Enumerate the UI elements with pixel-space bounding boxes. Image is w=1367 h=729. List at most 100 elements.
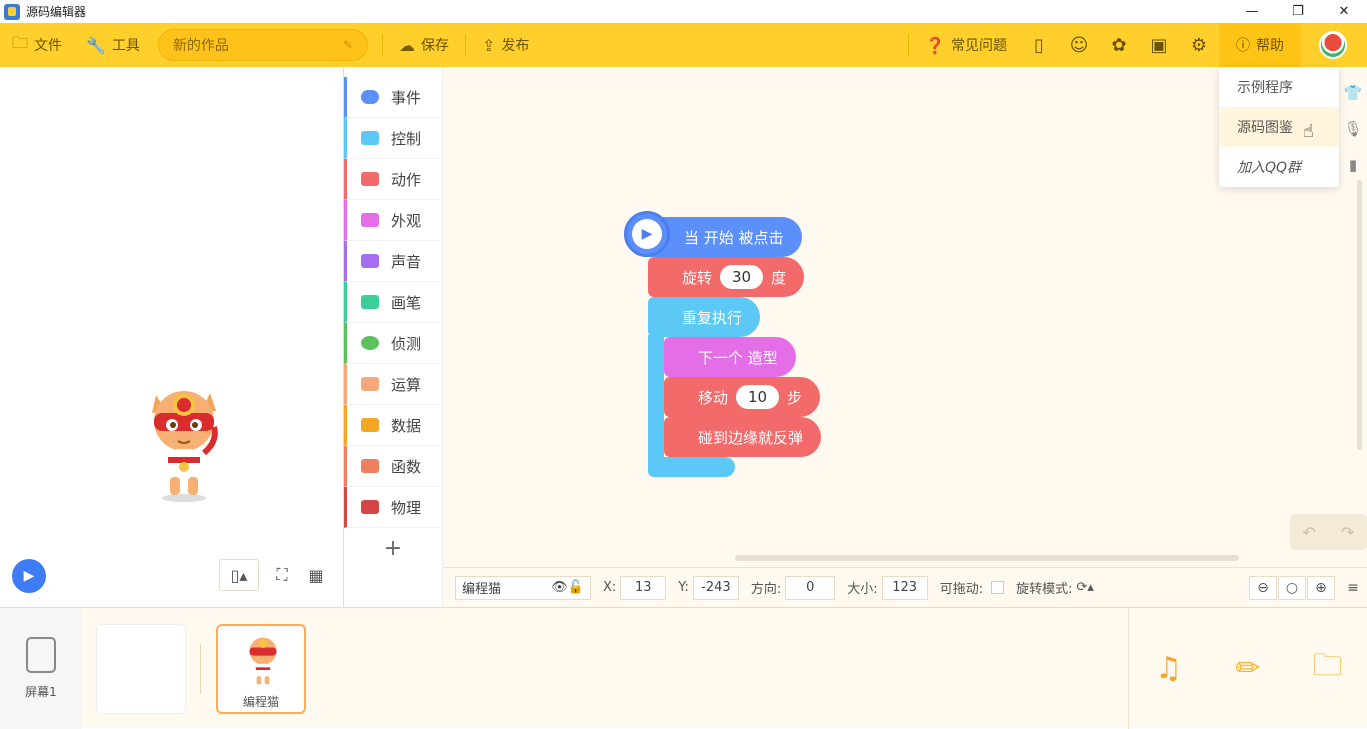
costume-shirt-icon[interactable]: 👕 (1339, 75, 1367, 111)
robot-icon[interactable]: ☺ (1059, 23, 1099, 67)
eye-lock-icon[interactable]: 👁🔓 (551, 580, 584, 595)
title-bar: 源码编辑器 — ❐ ✕ (0, 0, 1367, 23)
calculator-icon (361, 377, 379, 391)
menu-icon[interactable]: ≡ (1339, 576, 1367, 600)
screen-list[interactable]: 屏幕1 (0, 608, 82, 729)
faq-icon: ❓ (925, 35, 945, 55)
file-menu-button[interactable]: 🗀 文件 (0, 23, 74, 67)
stage-play-button[interactable]: ▶ (12, 559, 46, 593)
category-pen[interactable]: 画笔 (344, 282, 442, 323)
sprite-name-field[interactable]: 编程猫 👁🔓 (455, 575, 591, 600)
when-start-clicked-block[interactable]: ▶ 当 开始 被点击 (624, 211, 802, 257)
category-control[interactable]: 控制 (344, 118, 442, 159)
rotate-block[interactable]: 旋转 30 度 (648, 257, 805, 297)
category-motion[interactable]: 动作 (344, 159, 442, 200)
file-label: 文件 (34, 38, 63, 54)
upload-icon: ⇪ (481, 35, 496, 55)
project-name-input[interactable]: 新的作品 ✎ (157, 29, 368, 61)
mobile-preview-icon[interactable]: ▯ (1019, 23, 1059, 67)
help-button[interactable]: ⓘ 帮助 (1219, 23, 1301, 67)
pencil-paint-icon[interactable]: ✏ (1228, 649, 1268, 689)
category-looks[interactable]: 外观 (344, 200, 442, 241)
stage-panel: ▶ ▯▴ ⛶ ▦ (0, 67, 344, 607)
menu-item-join-qq-group[interactable]: 加入QQ群 (1219, 147, 1339, 187)
toolbar-divider (381, 34, 383, 56)
zoom-reset-icon[interactable]: ○ (1278, 576, 1306, 600)
size-field[interactable]: 123 (881, 575, 928, 600)
category-physics[interactable]: 物理 (344, 487, 442, 528)
sprite-name-label: 编程猫 (242, 695, 279, 709)
coding-cat-sprite[interactable] (144, 383, 224, 503)
toolbar-right: ❓ 常见问题 ▯ ☺ ✿ ▣ ⚙ ⓘ 帮助 (904, 23, 1367, 67)
resource-shortcuts: ♫ ✏ 🗀 (1128, 608, 1367, 729)
start-flag-icon: ▶ (624, 211, 670, 257)
toolbar-divider (908, 34, 910, 56)
music-note-icon[interactable]: ♫ (1149, 649, 1189, 689)
workspace-vertical-scrollbar[interactable] (1357, 180, 1362, 450)
y-field[interactable]: -243 (692, 575, 739, 600)
rotation-mode-dropdown[interactable]: ⟳▴ (1076, 580, 1093, 595)
publish-button[interactable]: ⇪ 发布 (470, 23, 541, 67)
undo-icon[interactable]: ↶ (1303, 523, 1316, 542)
fullscreen-icon[interactable]: ⛶ (268, 559, 296, 591)
next-costume-block[interactable]: 下一个 造型 (664, 337, 796, 377)
microphone-icon (361, 254, 379, 268)
undo-redo-controls: ↶ ↷ (1290, 514, 1367, 550)
app-logo-icon (4, 3, 20, 20)
draggable-checkbox[interactable] (991, 581, 1005, 594)
menu-item-encyclopedia[interactable]: 源码图鉴 (1219, 107, 1339, 147)
publish-label: 发布 (501, 38, 530, 54)
help-label: 帮助 (1256, 38, 1284, 54)
direction-field[interactable]: 0 (785, 575, 836, 600)
bounce-on-edge-block[interactable]: 碰到边缘就反弹 (664, 417, 822, 457)
gamepad-icon (361, 131, 379, 145)
grid-icon[interactable]: ▦ (302, 559, 330, 591)
zoom-in-icon[interactable]: ⊕ (1307, 576, 1335, 600)
pencil-icon: ✎ (342, 38, 353, 52)
user-avatar[interactable] (1319, 31, 1347, 59)
shirt-icon (361, 213, 379, 227)
x-label: X: (603, 580, 617, 595)
direction-label: 方向: (750, 582, 782, 597)
sound-microphone-icon[interactable]: 🎙 (1339, 111, 1367, 147)
toggle-icon (361, 90, 379, 104)
rotate-degrees-input[interactable]: 30 (720, 265, 764, 289)
category-sensing[interactable]: 侦测 (344, 323, 442, 364)
device-select-button[interactable]: ▯▴ (219, 559, 259, 591)
add-extension-button[interactable]: + (344, 528, 442, 568)
category-data[interactable]: 数据 (344, 405, 442, 446)
redo-icon[interactable]: ↷ (1341, 523, 1354, 542)
x-field[interactable]: 13 (620, 575, 667, 600)
gift-box-icon[interactable]: ▣ (1139, 23, 1179, 67)
category-sound[interactable]: 声音 (344, 241, 442, 282)
workspace-horizontal-scrollbar[interactable] (735, 555, 1239, 561)
tools-menu-button[interactable]: 🔧 工具 (74, 23, 152, 67)
pen-icon (361, 295, 379, 309)
restore-button[interactable]: ❐ (1275, 0, 1321, 23)
move-steps-input[interactable]: 10 (736, 385, 780, 409)
sprite-card-selected[interactable]: 编程猫 (216, 624, 306, 714)
main-toolbar: 🗀 文件 🔧 工具 新的作品 ✎ ☁ 保存 ⇪ 发布 ❓ 常见问题 ▯ ☺ ✿ … (0, 23, 1367, 67)
zoom-out-icon[interactable]: ⊖ (1249, 576, 1277, 600)
faq-button[interactable]: ❓ 常见问题 (913, 23, 1019, 67)
menu-item-examples[interactable]: 示例程序 (1219, 67, 1339, 107)
category-functions[interactable]: 函数 (344, 446, 442, 487)
move-steps-block[interactable]: 移动 10 步 (664, 377, 821, 417)
close-button[interactable]: ✕ (1321, 0, 1367, 23)
background-sprite-card[interactable] (96, 624, 186, 714)
settings-gear-icon[interactable]: ⚙ (1179, 23, 1219, 67)
extensions-icon[interactable]: ✿ (1099, 23, 1139, 67)
window-title: 源码编辑器 (26, 5, 87, 19)
category-events[interactable]: 事件 (344, 77, 442, 118)
ghost-icon (361, 172, 379, 186)
data-bar-chart-icon[interactable]: ▮ (1339, 147, 1367, 183)
category-operators[interactable]: 运算 (344, 364, 442, 405)
add-folder-icon[interactable]: 🗀 (1307, 648, 1347, 689)
stage-canvas[interactable] (6, 75, 336, 553)
repeat-loop-arm (648, 335, 664, 475)
tools-label: 工具 (111, 38, 140, 54)
repeat-forever-block[interactable]: 重复执行 (648, 297, 761, 337)
screen-label: 屏幕1 (25, 685, 57, 699)
minimize-button[interactable]: — (1229, 0, 1275, 23)
save-button[interactable]: ☁ 保存 (387, 23, 461, 67)
